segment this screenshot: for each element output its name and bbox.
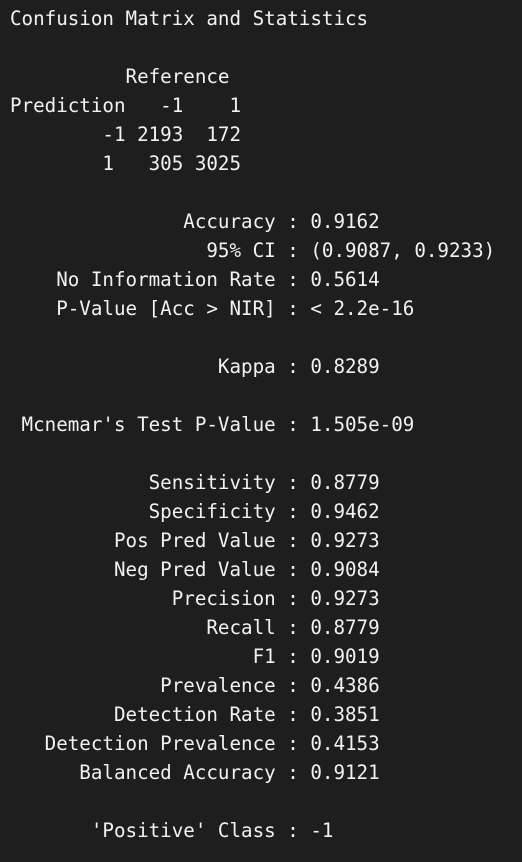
matrix-column-header: Prediction -1 1: [10, 94, 242, 117]
stat-neg-pred-value: Neg Pred Value : 0.9084: [10, 558, 380, 581]
stat-no-information-rate: No Information Rate : 0.5614: [10, 268, 380, 291]
stat-p-value: P-Value [Acc > NIR] : < 2.2e-16: [10, 297, 415, 320]
stat-detection-prevalence: Detection Prevalence : 0.4153: [10, 732, 380, 755]
stat-precision: Precision : 0.9273: [10, 587, 380, 610]
output-title: Confusion Matrix and Statistics: [10, 7, 369, 30]
stat-sensitivity: Sensitivity : 0.8779: [10, 471, 380, 494]
console-output: Confusion Matrix and Statistics Referenc…: [0, 0, 522, 845]
stat-prevalence: Prevalence : 0.4386: [10, 674, 380, 697]
stat-accuracy: Accuracy : 0.9162: [10, 210, 380, 233]
stat-f1: F1 : 0.9019: [10, 645, 380, 668]
matrix-row-pos: 1 305 3025: [10, 152, 242, 175]
stat-recall: Recall : 0.8779: [10, 616, 380, 639]
stat-kappa: Kappa : 0.8289: [10, 355, 380, 378]
stat-balanced-accuracy: Balanced Accuracy : 0.9121: [10, 761, 380, 784]
stat-specificity: Specificity : 0.9462: [10, 500, 380, 523]
matrix-reference-header: Reference: [10, 65, 230, 88]
stat-mcnemar: Mcnemar's Test P-Value : 1.505e-09: [10, 413, 415, 436]
matrix-row-neg: -1 2193 172: [10, 123, 242, 146]
stat-positive-class: 'Positive' Class : -1: [10, 819, 334, 842]
stat-detection-rate: Detection Rate : 0.3851: [10, 703, 380, 726]
stat-pos-pred-value: Pos Pred Value : 0.9273: [10, 529, 380, 552]
stat-95-ci: 95% CI : (0.9087, 0.9233): [10, 239, 496, 262]
